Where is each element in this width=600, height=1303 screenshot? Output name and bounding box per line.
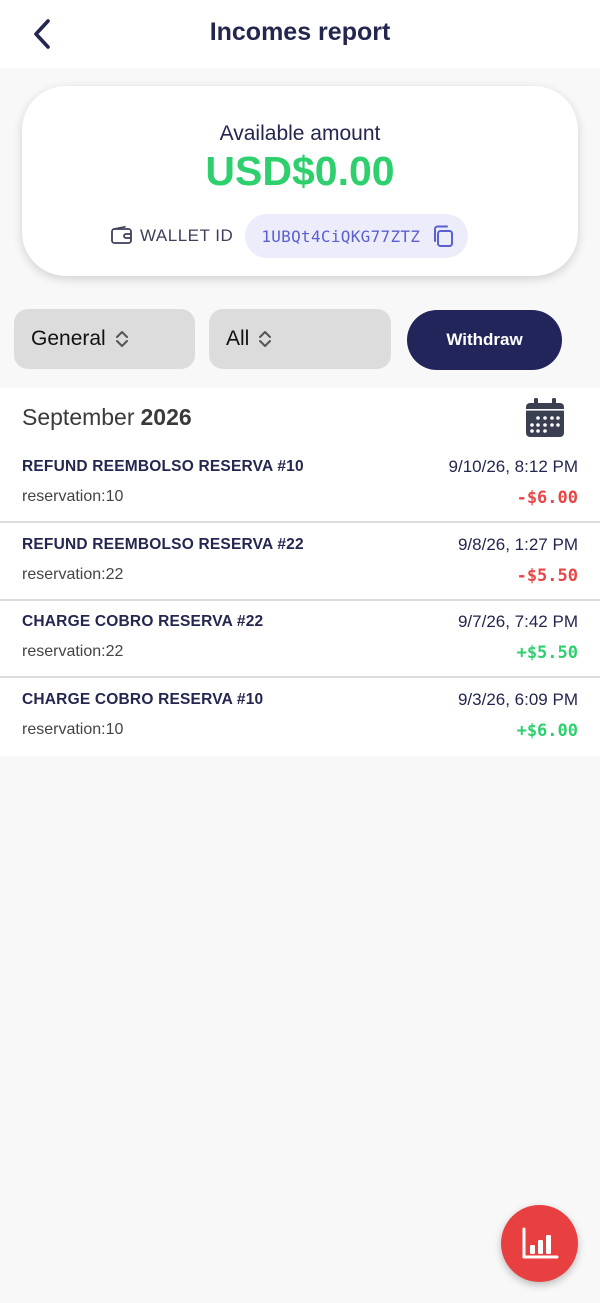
available-amount-value: USD$0.00 bbox=[205, 148, 395, 194]
report-type-select[interactable]: General bbox=[14, 309, 195, 369]
scope-selected-value: All bbox=[226, 327, 250, 350]
wallet-id-label: WALLET ID bbox=[140, 226, 234, 245]
copy-icon[interactable] bbox=[430, 223, 456, 249]
month-year: 2026 bbox=[140, 404, 192, 430]
transaction-row[interactable]: CHARGE COBRO RESERVA #22 9/7/26, 7:42 PM… bbox=[0, 601, 600, 678]
month-heading: September 2026 bbox=[22, 404, 192, 431]
calendar-icon[interactable] bbox=[525, 398, 565, 438]
report-type-selected-value: General bbox=[31, 327, 106, 350]
wallet-row: WALLET ID 1UBQt4CiQKG77ZTZ bbox=[110, 214, 469, 258]
transaction-reference: reservation:22 bbox=[22, 566, 124, 583]
transaction-title: REFUND REEMBOLSO RESERVA #10 bbox=[22, 458, 304, 475]
withdraw-button[interactable]: Withdraw bbox=[407, 310, 562, 370]
transaction-amount: -$6.00 bbox=[516, 488, 578, 508]
transaction-amount: -$5.50 bbox=[516, 566, 578, 586]
page-title: Incomes report bbox=[209, 18, 391, 46]
transaction-date: 9/7/26, 7:42 PM bbox=[457, 612, 578, 631]
transaction-row[interactable]: REFUND REEMBOLSO RESERVA #10 9/10/26, 8:… bbox=[0, 446, 600, 523]
month-name: September bbox=[22, 404, 135, 430]
transactions-panel: September 2026 REFUND REEMBOLSO RESERVA #… bbox=[0, 388, 600, 756]
wallet-id-copy-button[interactable]: 1UBQt4CiQKG77ZTZ bbox=[245, 214, 469, 258]
wallet-icon bbox=[110, 225, 134, 247]
bar-chart-icon bbox=[522, 1227, 558, 1258]
scope-select[interactable]: All bbox=[209, 309, 391, 369]
transaction-title: CHARGE COBRO RESERVA #22 bbox=[22, 613, 264, 630]
transaction-date: 9/3/26, 6:09 PM bbox=[457, 690, 578, 709]
available-amount-label: Available amount bbox=[219, 122, 381, 145]
transaction-title: CHARGE COBRO RESERVA #10 bbox=[22, 691, 264, 708]
balance-card: Available amount USD$0.00 WALLET ID 1UBQ… bbox=[22, 86, 578, 276]
chevron-up-down-icon bbox=[257, 329, 273, 349]
transaction-row[interactable]: CHARGE COBRO RESERVA #10 9/3/26, 6:09 PM… bbox=[0, 679, 600, 756]
transaction-date: 9/8/26, 1:27 PM bbox=[457, 535, 578, 554]
transaction-title: REFUND REEMBOLSO RESERVA #22 bbox=[22, 536, 304, 553]
transaction-reference: reservation:10 bbox=[22, 488, 124, 505]
charts-fab-button[interactable] bbox=[501, 1205, 578, 1282]
transaction-row[interactable]: REFUND REEMBOLSO RESERVA #22 9/8/26, 1:2… bbox=[0, 524, 600, 601]
transaction-reference: reservation:10 bbox=[22, 721, 124, 738]
transaction-amount: +$6.00 bbox=[516, 721, 578, 741]
chevron-up-down-icon bbox=[114, 329, 130, 349]
transaction-date: 9/10/26, 8:12 PM bbox=[448, 457, 578, 476]
transaction-reference: reservation:22 bbox=[22, 643, 124, 660]
transaction-amount: +$5.50 bbox=[516, 643, 578, 663]
wallet-id-value: 1UBQt4CiQKG77ZTZ bbox=[261, 226, 421, 246]
app-header: Incomes report bbox=[0, 0, 600, 68]
